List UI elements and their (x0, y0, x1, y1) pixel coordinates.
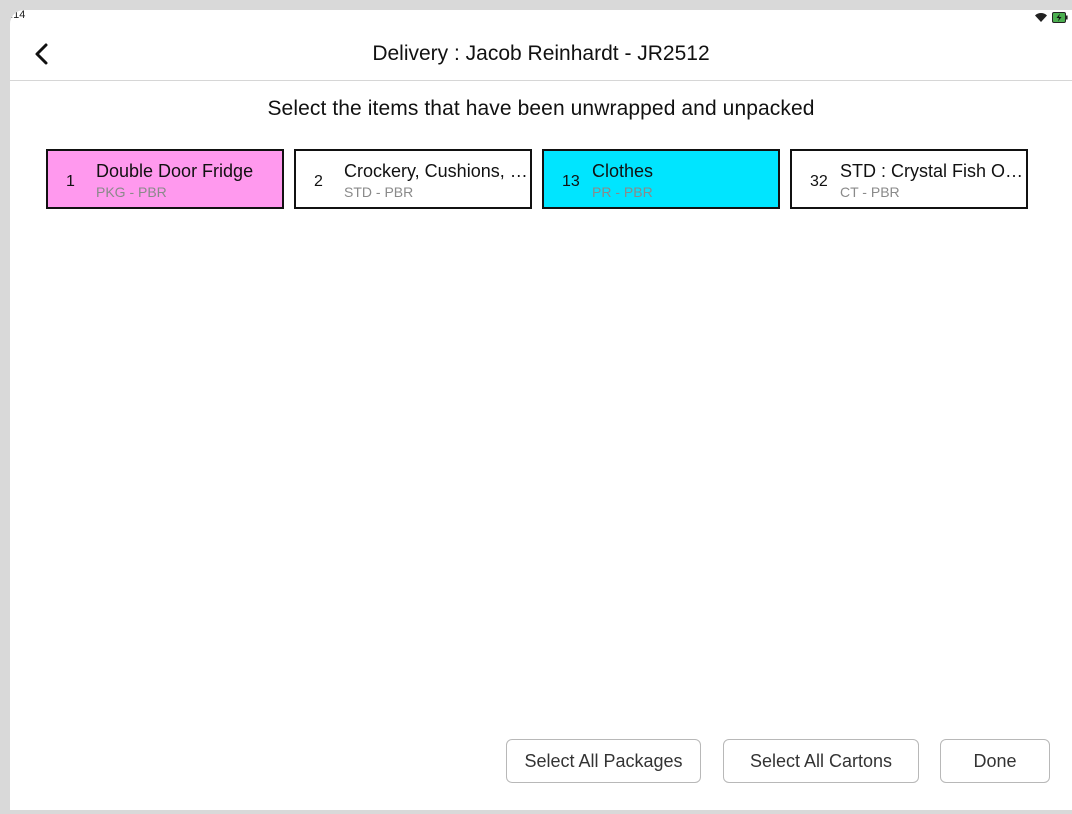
item-name: Clothes (592, 161, 654, 181)
items-list: 1 Double Door Fridge PKG - PBR 2 Crocker… (46, 149, 1028, 209)
item-number: 32 (810, 173, 828, 190)
item-name: Crockery, Cushions, Glassware (344, 161, 530, 181)
done-button[interactable]: Done (940, 739, 1050, 783)
item-type: PR - PBR (592, 184, 653, 200)
item-card[interactable]: 13 Clothes PR - PBR (542, 149, 780, 209)
item-name: Double Door Fridge (96, 161, 254, 181)
page-title: Delivery : Jacob Reinhardt - JR2512 (372, 42, 710, 65)
instruction-text: Select the items that have been unwrappe… (267, 97, 815, 120)
item-number: 1 (66, 173, 75, 190)
nav-bar: Delivery : Jacob Reinhardt - JR2512 (10, 28, 1072, 81)
item-type: STD - PBR (344, 184, 414, 200)
select-all-packages-button[interactable]: Select All Packages (506, 739, 701, 783)
status-icons (1034, 12, 1068, 23)
item-type: CT - PBR (840, 184, 900, 200)
item-name: STD : Crystal Fish Ornament (840, 161, 1026, 181)
status-time: 8:14 (10, 10, 26, 21)
app-screen: 8:14 Delivery : Jacob Reinhardt - JR25 (10, 10, 1072, 810)
item-type: PKG - PBR (96, 184, 167, 200)
status-bar: 8:14 (10, 10, 1072, 28)
item-card[interactable]: 2 Crockery, Cushions, Glassware STD - PB… (294, 149, 532, 209)
item-card[interactable]: 32 STD : Crystal Fish Ornament CT - PBR (790, 149, 1028, 209)
battery-charging-icon (1052, 12, 1068, 23)
item-number: 13 (562, 173, 580, 190)
wifi-icon (1034, 12, 1048, 23)
item-card[interactable]: 1 Double Door Fridge PKG - PBR (46, 149, 284, 209)
select-all-cartons-button[interactable]: Select All Cartons (723, 739, 919, 783)
item-number: 2 (314, 173, 323, 190)
